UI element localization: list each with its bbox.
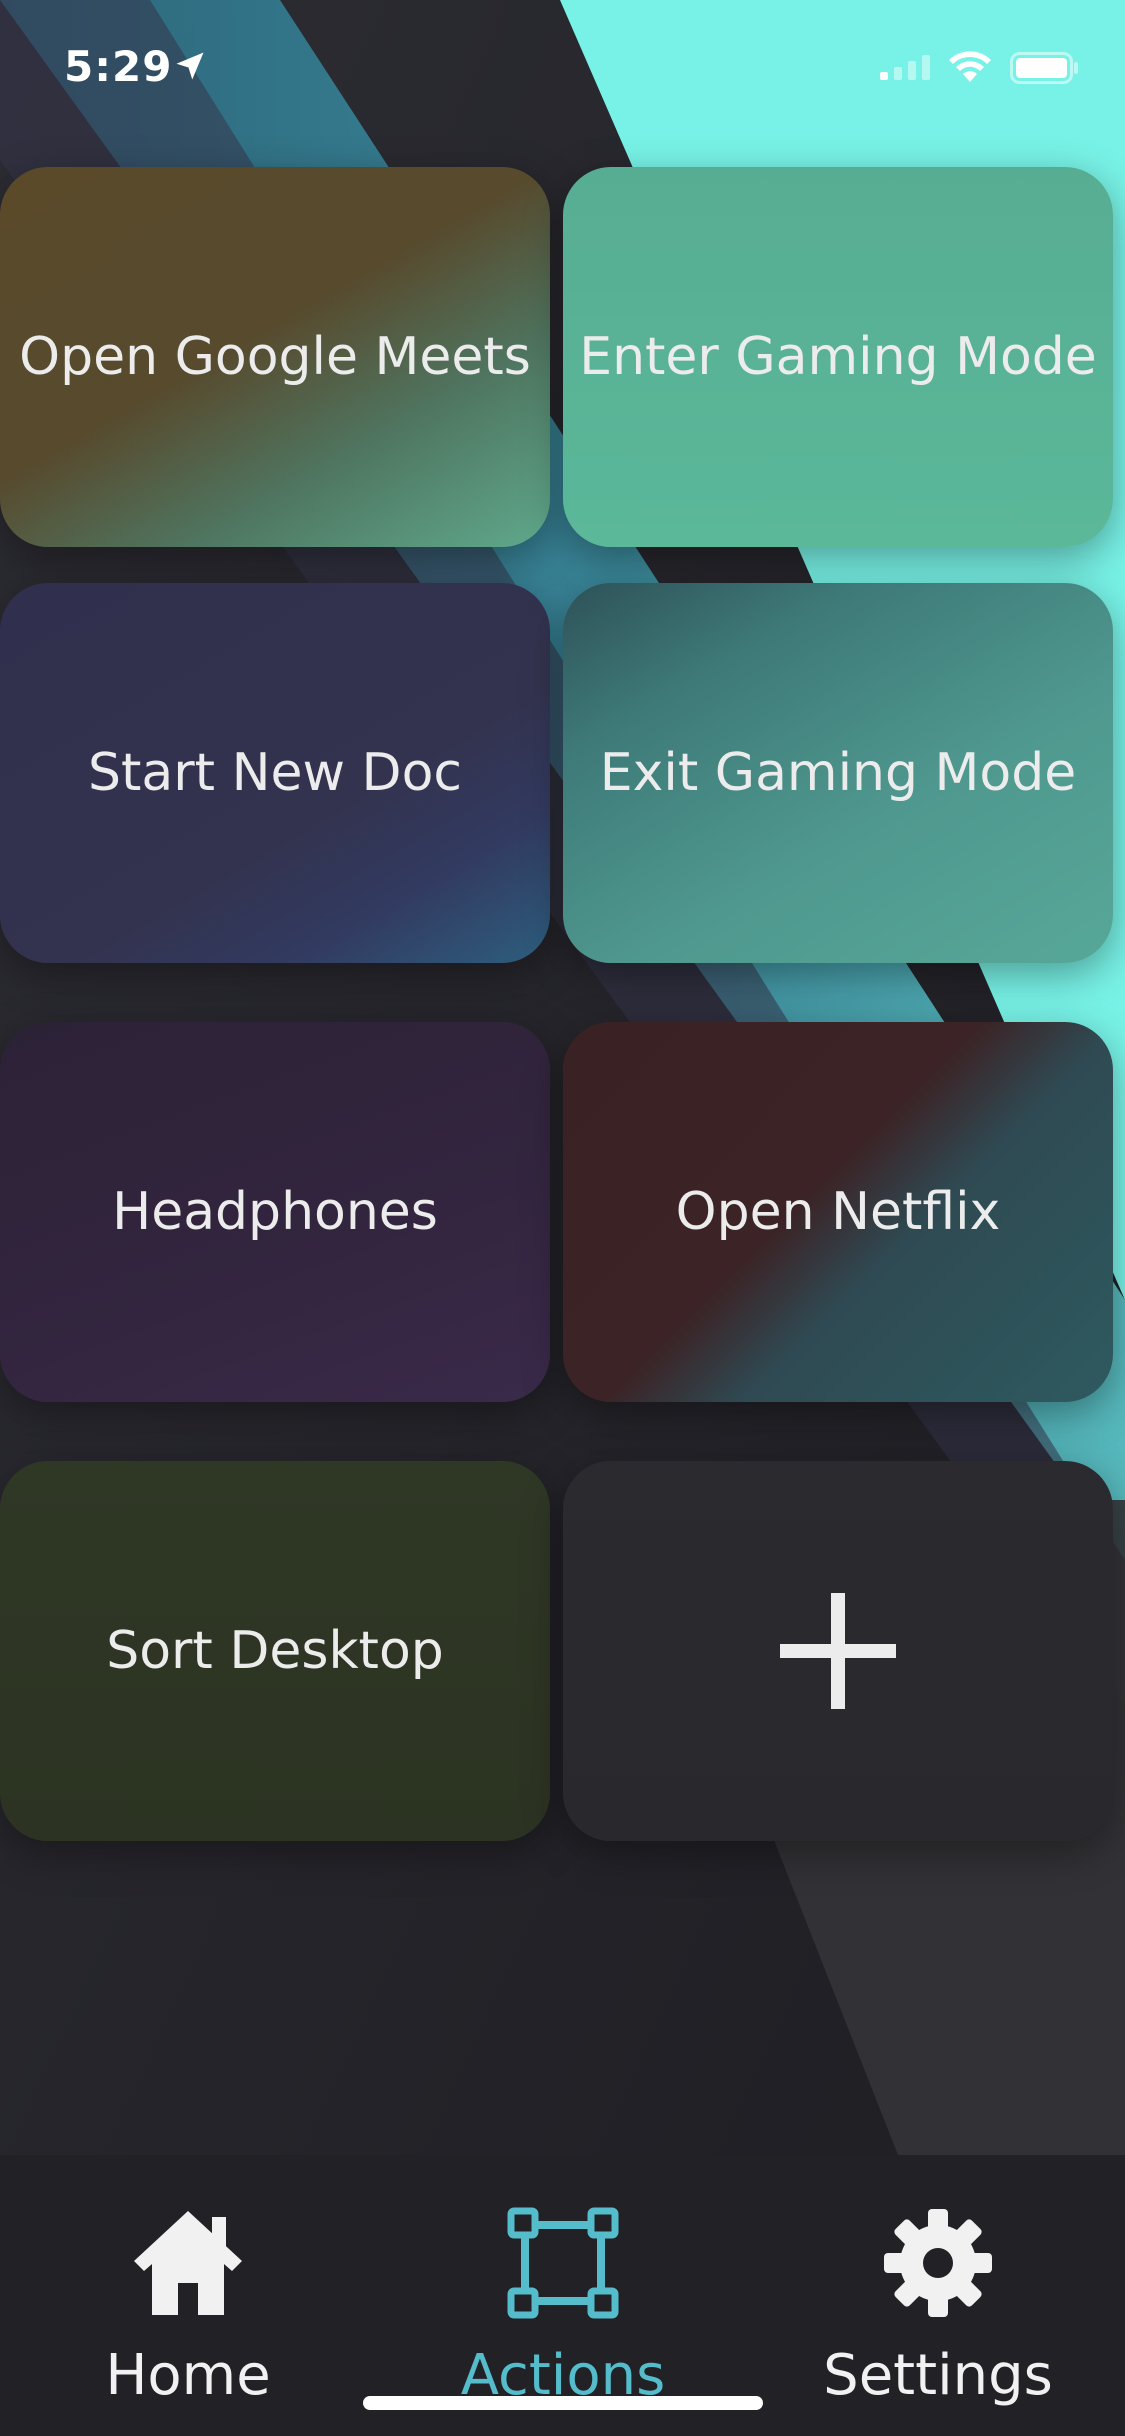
action-tile-open-netflix[interactable]: Open Netflix [563,1022,1113,1402]
bottom-tab-bar: Home Actions Settings [0,2155,1125,2436]
action-tile-headphones[interactable]: Headphones [0,1022,550,1402]
house-icon [134,2211,242,2315]
action-tile-start-new-doc[interactable]: Start New Doc [0,583,550,963]
action-tile-label: Open Google Meets [19,327,531,387]
tab-settings-label: Settings [823,2343,1053,2408]
gear-icon [884,2209,992,2317]
plus-icon [780,1593,896,1709]
action-tile-label: Exit Gaming Mode [599,743,1077,803]
add-action-button[interactable] [563,1461,1113,1841]
action-tile-label: Open Netflix [675,1182,1001,1242]
actions-grid: Open Google Meets Enter Gaming Mode Star… [0,0,1125,1900]
action-tile-sort-desktop[interactable]: Sort Desktop [0,1461,550,1841]
bounding-box-icon [507,2207,619,2319]
location-arrow-icon [176,52,204,80]
home-indicator [363,2396,763,2410]
action-tile-label: Sort Desktop [106,1621,444,1681]
action-tile-label: Start New Doc [88,743,462,803]
status-bar: 5:29 [0,0,1125,140]
tab-actions[interactable]: Actions [413,2155,713,2436]
action-tile-enter-gaming-mode[interactable]: Enter Gaming Mode [563,167,1113,547]
action-tile-label: Headphones [112,1182,438,1242]
wifi-icon [949,51,991,82]
action-tile-open-google-meets[interactable]: Open Google Meets [0,167,550,547]
action-tile-label: Enter Gaming Mode [579,327,1097,387]
tab-home-label: Home [105,2343,271,2408]
status-time: 5:29 [64,42,173,91]
action-tile-exit-gaming-mode[interactable]: Exit Gaming Mode [563,583,1113,963]
battery-icon [1010,52,1078,84]
tab-settings[interactable]: Settings [788,2155,1088,2436]
cellular-signal-icon [880,55,930,80]
tab-home[interactable]: Home [38,2155,338,2436]
